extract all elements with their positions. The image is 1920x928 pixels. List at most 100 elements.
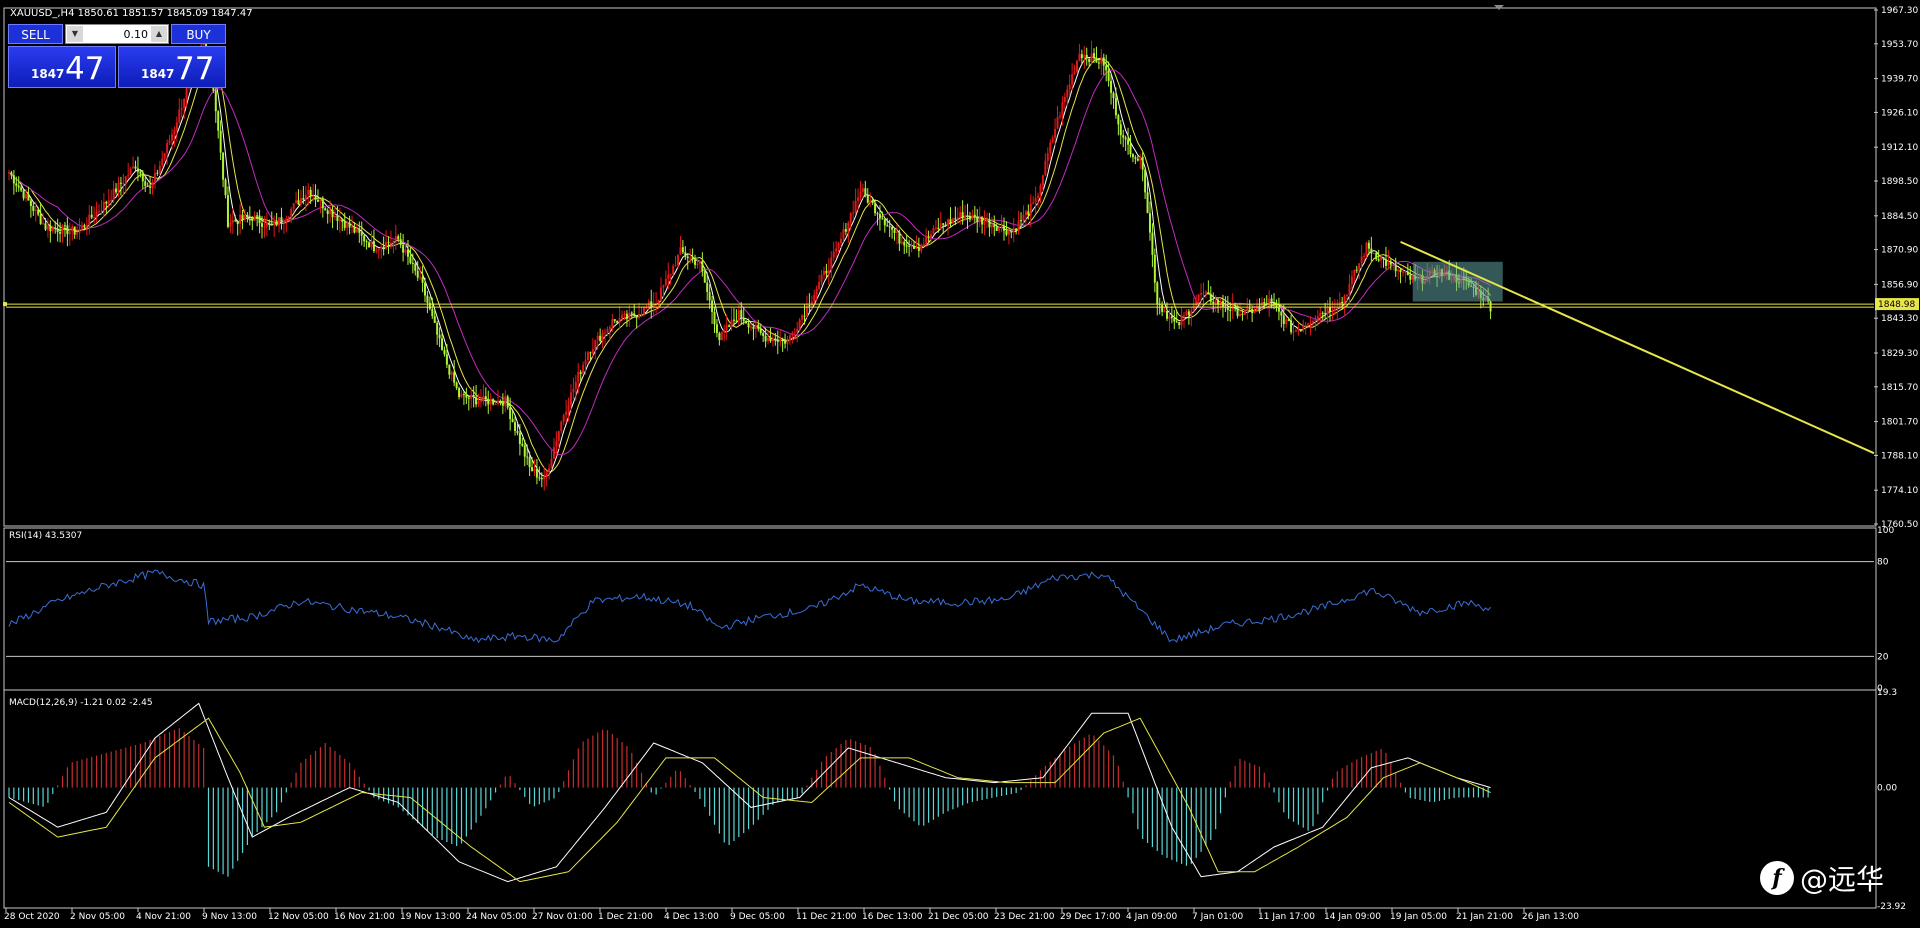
candle-body [1309, 322, 1312, 324]
candle-body [1122, 135, 1125, 138]
candle [1000, 214, 1003, 233]
candle-body [1358, 263, 1361, 270]
candle-body [151, 182, 154, 188]
candle-body [1185, 311, 1188, 316]
candle [728, 324, 731, 328]
candle-body [1256, 305, 1259, 311]
candle [1338, 292, 1341, 309]
price-tick-label: 1939.70 [1881, 75, 1918, 85]
candle [504, 390, 507, 413]
candle-body [1041, 175, 1044, 186]
candle-body [17, 185, 20, 188]
candle [472, 386, 475, 408]
candle-body [703, 271, 706, 283]
candle [1124, 135, 1127, 151]
lot-decrease-icon[interactable]: ▼ [67, 26, 83, 42]
candle-body [1085, 54, 1088, 59]
candle [297, 189, 300, 205]
candle [1355, 265, 1358, 274]
candle-body [12, 175, 15, 184]
sell-button[interactable]: SELL [8, 24, 63, 44]
candle-body [849, 213, 852, 223]
candle-body [392, 240, 395, 243]
candle-body [234, 220, 237, 222]
candle [258, 209, 261, 234]
candle [565, 399, 568, 424]
macd-panel [8, 702, 1491, 883]
candle [903, 240, 906, 255]
candle [1085, 47, 1088, 66]
chart-area[interactable]: 1967.30 1953.70 1939.70 1926.10 1912.10 1898.… [0, 0, 1920, 928]
candle [759, 324, 762, 336]
candle-body [399, 239, 402, 245]
time-axis: 28 Oct 2020 2 Nov 05:00 4 Nov 21:00 9 Nov 1… [4, 908, 1579, 922]
candle-body [964, 215, 967, 219]
buy-button[interactable]: BUY [171, 24, 226, 44]
candle [1202, 282, 1205, 305]
time-tick-label: 16 Nov 21:00 [334, 912, 395, 922]
candle-body [343, 221, 346, 228]
candle [1046, 147, 1049, 170]
candle-body [56, 228, 59, 233]
candle [341, 218, 344, 232]
lot-size-input[interactable] [86, 26, 148, 42]
candle [222, 152, 225, 188]
lot-increase-icon[interactable]: ▲ [151, 26, 167, 42]
candle [455, 381, 458, 391]
buy-price-button[interactable]: 1847 77 [118, 46, 226, 88]
candle-body [1248, 307, 1251, 309]
candle-body [1005, 230, 1008, 235]
candle-body [458, 388, 461, 398]
candle [971, 209, 974, 221]
candle-body [599, 335, 602, 342]
candle-body [389, 242, 392, 244]
candle-body [1311, 320, 1314, 323]
candle-body [659, 287, 662, 300]
candle-body [1129, 144, 1132, 155]
candle [1136, 155, 1139, 162]
candle-body [533, 468, 536, 472]
candle [599, 328, 602, 343]
sell-price-button[interactable]: 1847 47 [8, 46, 116, 88]
candle [1297, 323, 1300, 336]
candle [10, 170, 13, 180]
candle [883, 217, 886, 233]
candle [745, 320, 748, 324]
candle-body [771, 338, 774, 342]
candle-body [667, 274, 670, 279]
candle-body [684, 252, 687, 257]
candle-body [132, 166, 135, 169]
candle [548, 463, 551, 480]
trend-line [1400, 240, 1875, 455]
candle-body [85, 225, 88, 227]
candle-body [1353, 269, 1356, 277]
candle-body [1039, 185, 1042, 196]
candle-body [981, 217, 984, 225]
candle [85, 217, 88, 236]
candle-body [251, 217, 254, 221]
candle-body [572, 388, 575, 393]
candle [394, 224, 397, 250]
candle-body [214, 90, 217, 112]
candle-body [930, 234, 933, 238]
candle-body [295, 200, 298, 204]
candle-body [531, 467, 534, 472]
candle-body [611, 319, 614, 328]
candle-body [8, 172, 10, 174]
candle-body [1027, 211, 1030, 216]
candle [1382, 256, 1385, 268]
candle [786, 335, 789, 352]
price-panel [3, 28, 1875, 491]
candle [156, 169, 159, 176]
panel-frame [3, 527, 1877, 691]
candle-body [932, 228, 935, 235]
candle-body [467, 397, 470, 399]
candle-body [1277, 308, 1280, 312]
candle-body [1263, 302, 1266, 304]
candle [1287, 317, 1290, 322]
candle [251, 216, 254, 231]
candle [348, 215, 351, 235]
candle-body [1073, 71, 1076, 75]
candle [51, 225, 54, 234]
candle-body [355, 228, 358, 233]
